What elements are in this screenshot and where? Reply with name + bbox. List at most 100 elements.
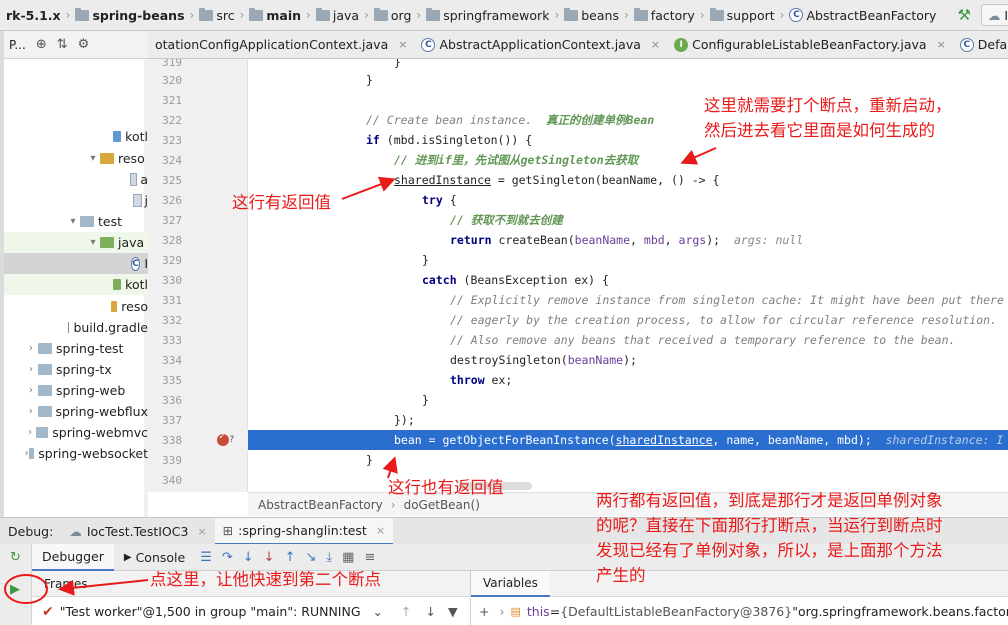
breakpoint-line[interactable]: 338 ? bean = getObjectForBeanInstance(sh… <box>148 430 1008 450</box>
add-icon[interactable]: + <box>479 604 489 619</box>
code-line[interactable]: 330 catch (BeansException ex) { <box>148 270 1008 290</box>
breadcrumb-item[interactable]: C AbstractBeanFactory <box>786 8 939 23</box>
project-view-selector[interactable]: P... <box>9 38 26 52</box>
run-configuration-selector[interactable]: ☁IocTest.Test <box>980 4 1008 26</box>
code-line[interactable]: 337 }); <box>148 410 1008 430</box>
code-line[interactable]: 320 } <box>148 70 1008 90</box>
code-line[interactable]: 328 return createBean(beanName, mbd, arg… <box>148 230 1008 250</box>
code-line[interactable]: 340 <box>148 470 1008 490</box>
code-line[interactable]: 324 // 进到if里，先试图从getSingleton去获取 <box>148 150 1008 170</box>
build-hammer-icon[interactable]: ⚒ <box>957 6 970 24</box>
tab-debugger[interactable]: Debugger <box>32 543 114 571</box>
breadcrumb-item[interactable]: java <box>313 7 362 23</box>
close-icon[interactable]: × <box>937 38 946 51</box>
tree-item[interactable]: j <box>4 190 148 211</box>
tree-item[interactable]: ▾ reso <box>4 148 148 169</box>
breadcrumb-item[interactable]: spring-beans <box>72 7 187 23</box>
code-line[interactable]: 333 // Also remove any beans that receiv… <box>148 330 1008 350</box>
console-icon: ▶ <box>123 551 132 563</box>
step-over-icon[interactable]: ↷ <box>222 550 233 565</box>
code-line[interactable]: 329 } <box>148 250 1008 270</box>
tree-item[interactable]: › spring-websocket <box>4 443 148 464</box>
locate-icon[interactable]: ⊕ <box>36 37 47 52</box>
step-into-icon[interactable]: ↓ <box>243 550 254 565</box>
code-line[interactable]: 336 } <box>148 390 1008 410</box>
variable-row[interactable]: + › ▤ this = {DefaultListableBeanFactory… <box>470 598 1008 625</box>
editor-tab[interactable]: I ConfigurableListableBeanFactory.java × <box>667 31 953 58</box>
chevron-icon[interactable]: ▾ <box>66 216 80 227</box>
tree-item[interactable]: › spring-test <box>4 338 148 359</box>
arrow-down-icon[interactable]: ↓ <box>426 604 436 619</box>
thread-selector[interactable]: ✔ "Test worker"@1,500 in group "main": R… <box>32 598 470 625</box>
breadcrumb-item[interactable]: main <box>246 7 304 23</box>
tree-item[interactable]: ▾ java <box>4 232 148 253</box>
code-line[interactable]: 339 } <box>148 450 1008 470</box>
code-line[interactable]: 335 throw ex; <box>148 370 1008 390</box>
folder-icon <box>315 7 330 21</box>
tree-item[interactable]: build.gradle <box>4 317 148 338</box>
chevron-icon[interactable]: › <box>24 364 38 375</box>
layout-icon[interactable]: ≡ <box>364 550 375 565</box>
breakpoint-icon[interactable] <box>217 431 229 446</box>
chevron-icon[interactable]: › <box>24 427 36 438</box>
gear-icon[interactable]: ⚙ <box>78 37 90 52</box>
force-step-into-icon[interactable]: ↓ <box>264 550 275 565</box>
folder-icon <box>112 131 122 142</box>
breadcrumb-item[interactable]: springframework <box>423 7 552 23</box>
annotation-right-1: 两行都有返回值，到底是那行才是返回单例对象 <box>596 491 943 510</box>
editor-tab[interactable]: CDefaultListableBeanF <box>953 31 1008 58</box>
tree-item[interactable]: kotl <box>4 274 148 295</box>
collapse-icon[interactable]: ⇅ <box>57 37 68 52</box>
tree-item[interactable]: › spring-tx <box>4 359 148 380</box>
chevron-icon[interactable]: › <box>24 385 38 396</box>
code-line[interactable]: 332 // eagerly by the creation process, … <box>148 310 1008 330</box>
editor-tab[interactable]: otationConfigApplicationContext.java × <box>148 31 414 58</box>
close-icon[interactable]: × <box>376 524 385 537</box>
breadcrumb-class[interactable]: AbstractBeanFactory <box>258 498 383 512</box>
code-line[interactable]: 325 sharedInstance = getSingleton(beanNa… <box>148 170 1008 190</box>
tree-item[interactable]: › spring-webflux <box>4 401 148 422</box>
folder-icon <box>199 7 214 21</box>
file-icon <box>130 173 138 186</box>
tree-item[interactable]: reso <box>4 296 148 317</box>
editor-tab[interactable]: C AbstractApplicationContext.java × <box>414 31 667 58</box>
chevron-icon[interactable]: › <box>24 406 38 417</box>
bug-icon: ☁ <box>69 523 82 539</box>
chevron-icon[interactable]: ▾ <box>86 237 100 248</box>
breadcrumb-item[interactable]: support <box>707 7 778 23</box>
breadcrumb-item[interactable]: src <box>196 7 237 23</box>
tree-item[interactable]: › spring-webmvc <box>4 422 148 443</box>
code-line[interactable]: 331 // Explicitly remove instance from s… <box>148 290 1008 310</box>
tree-item[interactable]: › spring-web <box>4 380 148 401</box>
resume-program-icon[interactable]: ▶ <box>10 582 20 597</box>
tree-item[interactable]: ▾ test <box>4 211 148 232</box>
breadcrumb-item[interactable]: beans <box>561 7 622 23</box>
close-icon[interactable]: × <box>197 525 206 538</box>
tree-item[interactable]: kotl <box>4 126 148 147</box>
rerun-icon[interactable]: ↻ <box>10 550 21 565</box>
breadcrumb-item[interactable]: rk-5.1.x <box>0 8 64 23</box>
close-icon[interactable]: × <box>398 38 407 51</box>
menu-icon[interactable]: ☰ <box>200 550 212 565</box>
evaluate-icon[interactable]: ▦ <box>342 550 354 565</box>
code-line[interactable]: 334 destroySingleton(beanName); <box>148 350 1008 370</box>
filter-icon[interactable]: ▼ <box>448 604 458 619</box>
step-out-icon[interactable]: ↑ <box>285 550 296 565</box>
chevron-icon[interactable]: › <box>24 343 38 354</box>
debug-session-tab[interactable]: ☁ IocTest.TestIOC3 × <box>61 518 214 545</box>
annotation-top-2: 然后进去看它里面是如何生成的 <box>704 121 935 140</box>
chevron-icon[interactable]: ▾ <box>86 153 100 164</box>
gradle-icon: ⊞ <box>222 522 234 538</box>
debug-session-tab[interactable]: ⊞:spring-shanglin:test × <box>214 517 394 545</box>
tree-item[interactable]: CI <box>4 253 148 274</box>
breadcrumb-item[interactable]: org <box>371 7 415 23</box>
chevron-down-icon[interactable]: ⌄ <box>373 604 383 619</box>
run-to-cursor-icon[interactable]: ⤓ <box>326 550 332 565</box>
tree-item[interactable]: a <box>4 169 148 190</box>
chevron-right-icon[interactable]: › <box>499 604 504 619</box>
close-icon[interactable]: × <box>651 38 660 51</box>
breadcrumb-item[interactable]: factory <box>631 7 698 23</box>
tab-variables[interactable]: Variables <box>471 570 550 597</box>
drop-frame-icon[interactable]: ↘ <box>305 550 316 565</box>
arrow-up-icon[interactable]: ↑ <box>401 604 411 619</box>
